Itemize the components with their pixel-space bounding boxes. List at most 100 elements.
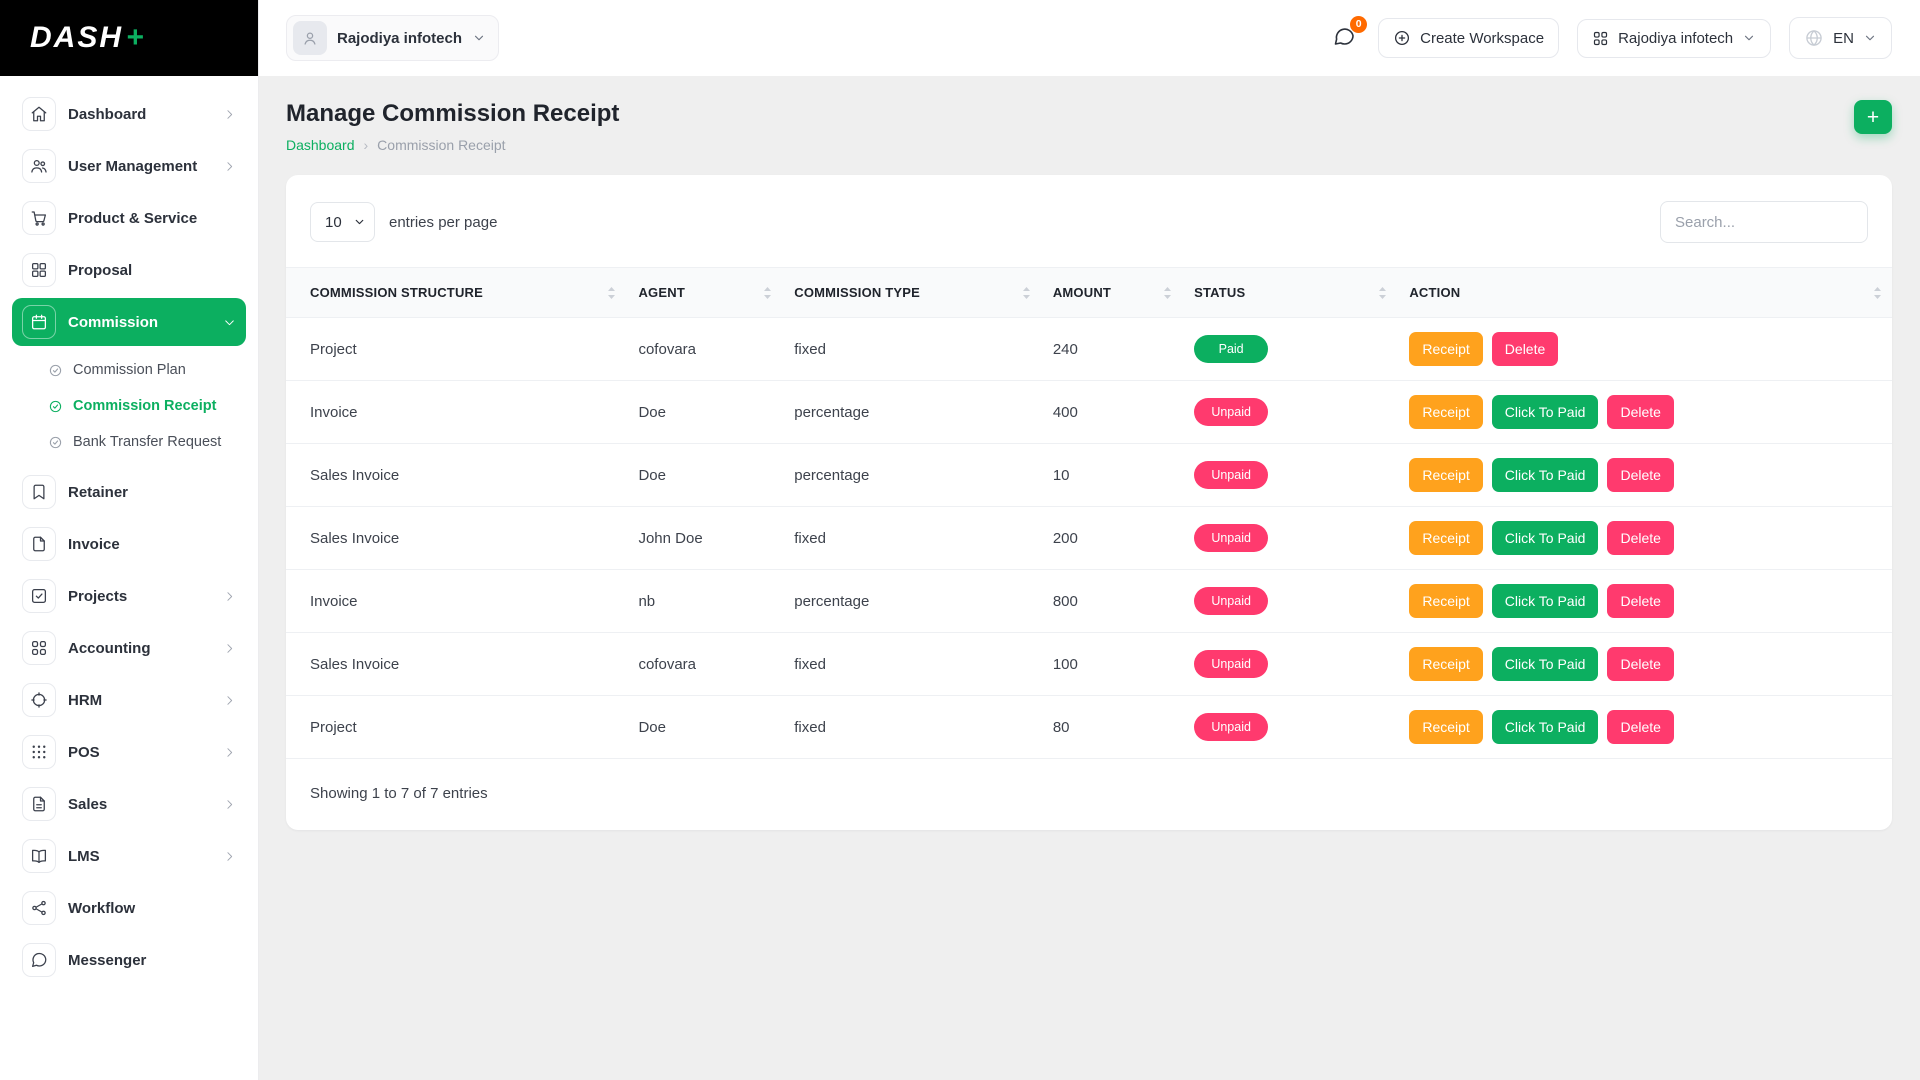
sidebar-item-proposal[interactable]: Proposal [12,246,246,294]
delete-button[interactable]: Delete [1607,458,1673,492]
share-icon [22,891,56,925]
file-icon [22,527,56,561]
sidebar-item-sales[interactable]: Sales [12,780,246,828]
receipt-button[interactable]: Receipt [1409,584,1482,618]
paid-button[interactable]: Click To Paid [1492,395,1599,429]
sidebar-item-pos[interactable]: POS [12,728,246,776]
sort-icon [607,285,616,300]
column-header-commission-type[interactable]: COMMISSION TYPE [782,268,1041,318]
sidebar-item-retainer[interactable]: Retainer [12,468,246,516]
agent-cell: cofovara [626,633,782,696]
status-badge: Unpaid [1194,650,1268,678]
grid-small-icon [1592,30,1609,47]
receipt-button[interactable]: Receipt [1409,647,1482,681]
add-commission-receipt-button[interactable]: + [1854,100,1892,134]
language-dropdown[interactable]: EN [1789,17,1892,59]
sidebar-item-label: Product & Service [68,210,236,227]
sidebar-item-user-management[interactable]: User Management [12,142,246,190]
sidebar-item-label: Commission [68,314,211,331]
messages-button[interactable]: 0 [1328,20,1360,57]
column-header-agent[interactable]: AGENT [626,268,782,318]
workspace-selector[interactable]: Rajodiya infotech [286,15,499,61]
sidebar-subitem-label: Bank Transfer Request [73,434,221,450]
paid-button[interactable]: Click To Paid [1492,521,1599,555]
status-cell: Unpaid [1182,633,1397,696]
sidebar-item-label: POS [68,744,211,761]
chevron-right-icon [223,642,236,655]
sidebar-subitem-label: Commission Plan [73,362,186,378]
commission-receipt-table: COMMISSION STRUCTUREAGENTCOMMISSION TYPE… [286,267,1892,759]
sidebar-item-label: Workflow [68,900,236,917]
sidebar-item-commission[interactable]: Commission [12,298,246,346]
company-dropdown[interactable]: Rajodiya infotech [1577,19,1771,58]
delete-button[interactable]: Delete [1607,710,1673,744]
action-cell: Receipt Click To PaidDelete [1397,696,1892,759]
table-row: Projectcofovarafixed240PaidReceiptDelete [286,318,1892,381]
main-column: Rajodiya infotech 0 Create Workspace [258,0,1920,1080]
column-header-status[interactable]: STATUS [1182,268,1397,318]
action-cell: Receipt Click To PaidDelete [1397,570,1892,633]
agent-cell: nb [626,570,782,633]
sidebar-subitem-commission-plan[interactable]: Commission Plan [40,352,246,388]
status-badge: Paid [1194,335,1268,363]
paid-button[interactable]: Click To Paid [1492,647,1599,681]
sidebar-item-messenger[interactable]: Messenger [12,936,246,984]
showing-entries-text: Showing 1 to 7 of 7 entries [286,759,1892,802]
sidebar-item-lms[interactable]: LMS [12,832,246,880]
column-header-amount[interactable]: AMOUNT [1041,268,1182,318]
create-workspace-button[interactable]: Create Workspace [1378,18,1559,58]
action-cell: Receipt Delete [1397,318,1892,381]
paid-button[interactable]: Click To Paid [1492,710,1599,744]
delete-button[interactable]: Delete [1607,521,1673,555]
chevron-right-icon [223,694,236,707]
receipt-button[interactable]: Receipt [1409,521,1482,555]
table-controls: 10 entries per page [286,201,1892,243]
sidebar-item-invoice[interactable]: Invoice [12,520,246,568]
receipt-button[interactable]: Receipt [1409,710,1482,744]
breadcrumb-dashboard-link[interactable]: Dashboard [286,137,355,153]
paid-button[interactable]: Click To Paid [1492,584,1599,618]
chevron-right-icon [223,850,236,863]
column-header-commission-structure[interactable]: COMMISSION STRUCTURE [286,268,626,318]
table-row: Invoicenbpercentage800UnpaidReceiptClick… [286,570,1892,633]
delete-button[interactable]: Delete [1607,584,1673,618]
sort-icon [1873,285,1882,300]
delete-button[interactable]: Delete [1492,332,1558,366]
circle-check-icon [48,363,63,378]
sidebar-item-dashboard[interactable]: Dashboard [12,90,246,138]
table-row: InvoiceDoepercentage400UnpaidReceiptClic… [286,381,1892,444]
sidebar-subitem-bank-transfer-request[interactable]: Bank Transfer Request [40,424,246,460]
chevron-right-icon [223,746,236,759]
paid-button[interactable]: Click To Paid [1492,458,1599,492]
commission-type-cell: percentage [782,570,1041,633]
delete-button[interactable]: Delete [1607,395,1673,429]
sidebar-item-hrm[interactable]: HRM [12,676,246,724]
sidebar: DASH + DashboardUser Management Product &… [0,0,258,1080]
commission-structure-cell: Project [286,696,626,759]
status-cell: Unpaid [1182,444,1397,507]
delete-button[interactable]: Delete [1607,647,1673,681]
page-size-select[interactable]: 10 [310,202,375,242]
sidebar-subitem-commission-receipt[interactable]: Commission Receipt [40,388,246,424]
commission-structure-cell: Invoice [286,381,626,444]
logo-text: DASH [30,21,123,55]
status-badge: Unpaid [1194,461,1268,489]
chevron-down-icon [472,31,486,45]
chevron-right-icon [223,160,236,173]
sidebar-item-projects[interactable]: Projects [12,572,246,620]
sidebar-item-workflow[interactable]: Workflow [12,884,246,932]
amount-cell: 800 [1041,570,1182,633]
receipt-button[interactable]: Receipt [1409,395,1482,429]
receipt-button[interactable]: Receipt [1409,332,1482,366]
sidebar-item-product-service[interactable]: Product & Service [12,194,246,242]
column-header-action[interactable]: ACTION [1397,268,1892,318]
workspace-label: Rajodiya infotech [337,30,462,47]
agent-cell: John Doe [626,507,782,570]
sidebar-item-accounting[interactable]: Accounting [12,624,246,672]
page-size-wrapper: 10 [310,202,375,242]
app-logo[interactable]: DASH + [0,0,258,76]
search-input[interactable] [1660,201,1868,243]
receipt-button[interactable]: Receipt [1409,458,1482,492]
sort-icon [1378,285,1387,300]
commission-type-cell: percentage [782,381,1041,444]
